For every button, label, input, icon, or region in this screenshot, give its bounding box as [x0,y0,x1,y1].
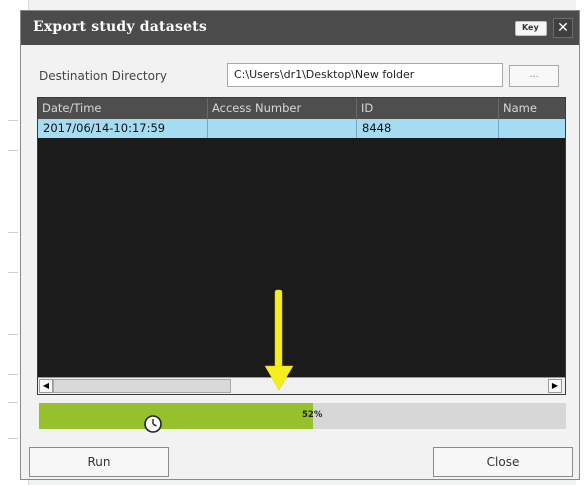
key-button-label: Key [522,23,539,32]
browse-button[interactable]: ... [509,65,559,87]
destination-directory-label: Destination Directory [39,69,167,83]
key-button[interactable]: Key [515,21,547,36]
destination-directory-field[interactable]: C:\Users\dr1\Desktop\New folder [227,63,503,87]
cell-date-time: 2017/06/14-10:17:59 [38,119,208,138]
dialog-titlebar[interactable]: Export study datasets Key ✕ [21,11,579,45]
close-icon[interactable]: ✕ [553,18,573,38]
column-header-id[interactable]: ID [357,98,499,119]
background-mark [8,120,18,121]
run-button[interactable]: Run [29,447,169,477]
scroll-left-icon[interactable]: ◀ [39,379,53,393]
progress-percent-label: 52% [302,410,323,420]
scrollbar-thumb[interactable] [53,379,231,393]
export-progress-bar: 52% [39,403,566,429]
column-header-date-time[interactable]: Date/Time [38,98,208,119]
column-header-name[interactable]: Name [499,98,565,119]
cell-name [499,119,565,138]
background-mark [8,150,18,151]
table-header: Date/Time Access Number ID Name [38,98,565,119]
background-mark [8,374,18,375]
progress-fill [39,403,314,429]
cell-id: 8448 [357,119,499,138]
arrow-down-icon [264,289,294,391]
background-mark [8,334,18,335]
background-mark [8,232,18,233]
close-button[interactable]: Close [433,447,573,477]
cell-access-number [208,119,357,138]
dialog-title: Export study datasets [33,19,207,35]
busy-clock-cursor-icon [144,415,162,433]
horizontal-scrollbar[interactable]: ◀ ▶ [38,377,565,394]
scroll-right-icon[interactable]: ▶ [548,379,562,393]
table-row[interactable]: 2017/06/14-10:17:59 8448 [38,119,565,138]
export-dialog: Export study datasets Key ✕ Destination … [20,10,580,480]
background-mark [8,402,18,403]
datasets-table: Date/Time Access Number ID Name 2017/06/… [37,97,566,395]
background-mark [8,272,18,273]
background-mark [8,438,18,439]
column-header-access-number[interactable]: Access Number [208,98,357,119]
